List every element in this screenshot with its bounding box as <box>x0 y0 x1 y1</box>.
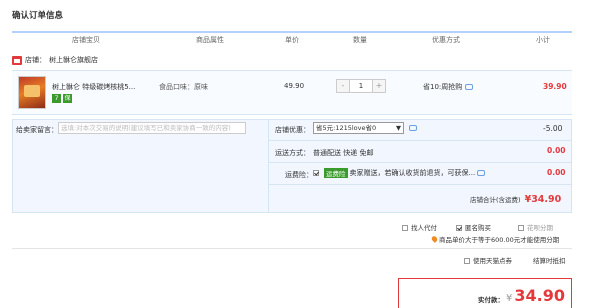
anonymous-checkbox[interactable] <box>456 225 462 231</box>
shop-name-link[interactable]: 树上貅仑旗舰店 <box>49 55 98 65</box>
column-shop-items: 店铺宝贝 <box>72 36 100 44</box>
service-badges: 7 保 <box>52 94 72 103</box>
shipping-method: 普通配送 快递 免邮 <box>313 149 374 157</box>
quantity-decrease-button[interactable]: - <box>337 80 349 92</box>
coupon-selected-value: 省5元:1215love省0 <box>316 124 377 132</box>
insurance-checkbox[interactable] <box>313 170 319 176</box>
column-quantity: 数量 <box>353 36 367 44</box>
shipping-amount: 0.00 <box>547 146 566 155</box>
proxy-pay-checkbox[interactable] <box>402 225 408 231</box>
location-pin-icon <box>430 235 439 243</box>
separator <box>268 140 572 141</box>
anonymous-label: 匿名购买 <box>465 224 491 232</box>
quantity-input[interactable]: 1 <box>349 80 373 92</box>
promotion-text: 省10:周抢购 <box>423 83 463 91</box>
separator <box>268 162 572 163</box>
shop-total: 店铺合计(含运费) ¥34.90 <box>470 194 561 205</box>
promotion: 省10:周抢购 <box>423 82 474 92</box>
shop-total-label: 店铺合计(含运费) <box>470 196 521 204</box>
anonymous-option[interactable]: 匿名购买 <box>456 222 491 232</box>
installment-note-text: 商品单价大于等于600.00元才能使用分期 <box>439 236 560 244</box>
insurance-tag: 运费险 <box>324 168 348 178</box>
installment-note: 商品单价大于等于600.00元才能使用分期 <box>430 234 560 244</box>
insurance-help-icon[interactable] <box>477 170 486 176</box>
huabei-label: 花呗分期 <box>527 224 553 232</box>
column-subtotal: 小计 <box>536 36 550 44</box>
divider <box>12 248 572 249</box>
separator <box>268 184 572 185</box>
coupon-info-icon[interactable] <box>409 125 417 131</box>
unit-price: 49.90 <box>284 82 305 90</box>
pay-amount: ¥34.90 <box>506 286 565 305</box>
pay-amount-value: 34.90 <box>514 286 565 305</box>
quantity-stepper: - 1 + <box>336 79 386 93</box>
proxy-pay-label: 找人代付 <box>411 224 437 232</box>
tmall-coupon-label: 使用天猫点券 <box>473 257 512 265</box>
shop-total-amount: ¥34.90 <box>524 194 562 205</box>
order-item-row <box>12 70 572 115</box>
guarantee-badge[interactable]: 保 <box>63 94 72 103</box>
dropdown-arrow-icon: ▼ <box>396 124 401 132</box>
product-thumbnail[interactable] <box>18 76 46 109</box>
insurance-text: 卖家赠送，若确认收货前退货，可获保... <box>349 169 476 177</box>
tmall-coupon-checkbox[interactable] <box>464 258 470 264</box>
pay-label: 实付款： <box>478 296 504 304</box>
quantity-increase-button[interactable]: + <box>373 80 385 92</box>
settle-deduct-text: 结算时抵扣 <box>533 257 566 265</box>
chat-icon[interactable] <box>465 84 474 90</box>
currency-symbol: ¥ <box>506 293 513 304</box>
page-title: 确认订单信息 <box>12 11 64 21</box>
panel-divider <box>268 119 269 213</box>
shipping-label: 运送方式： <box>275 149 310 157</box>
column-attributes: 商品属性 <box>196 36 224 44</box>
tmall-coupon-option[interactable]: 使用天猫点券 <box>464 255 512 265</box>
message-label: 给卖家留言： <box>16 126 58 134</box>
coupon-amount: -5.00 <box>543 124 563 133</box>
shop-row: 店铺： 树上貅仑旗舰店 <box>12 55 98 65</box>
column-header: 店铺宝贝 商品属性 单价 数量 优惠方式 小计 <box>12 31 572 45</box>
column-price: 单价 <box>285 36 299 44</box>
insurance-label: 运费险： <box>285 171 313 179</box>
item-subtotal: 39.90 <box>543 82 567 91</box>
coupon-select[interactable]: 省5元:1215love省0 ▼ <box>313 122 404 134</box>
huabei-checkbox[interactable] <box>518 225 524 231</box>
coupon-label: 店铺优惠： <box>275 126 310 134</box>
seven-day-return-badge[interactable]: 7 <box>52 94 61 103</box>
insurance-row: 运费险 卖家赠送，若确认收货前退货，可获保... <box>313 168 486 178</box>
huabei-option[interactable]: 花呗分期 <box>518 222 553 232</box>
column-promotion: 优惠方式 <box>432 36 460 44</box>
shop-label: 店铺： <box>25 56 46 64</box>
product-attribute: 食品口味：原味 <box>159 83 208 91</box>
product-name-link[interactable]: 树上貅仑 特级碳烤核桃5... <box>52 82 156 92</box>
seller-message-input[interactable]: 选填:对本次交易的说明(建议填写已和卖家协商一致的内容) <box>58 122 246 134</box>
shop-icon <box>12 55 22 65</box>
proxy-pay-option[interactable]: 找人代付 <box>402 222 437 232</box>
insurance-amount: 0.00 <box>547 168 566 177</box>
